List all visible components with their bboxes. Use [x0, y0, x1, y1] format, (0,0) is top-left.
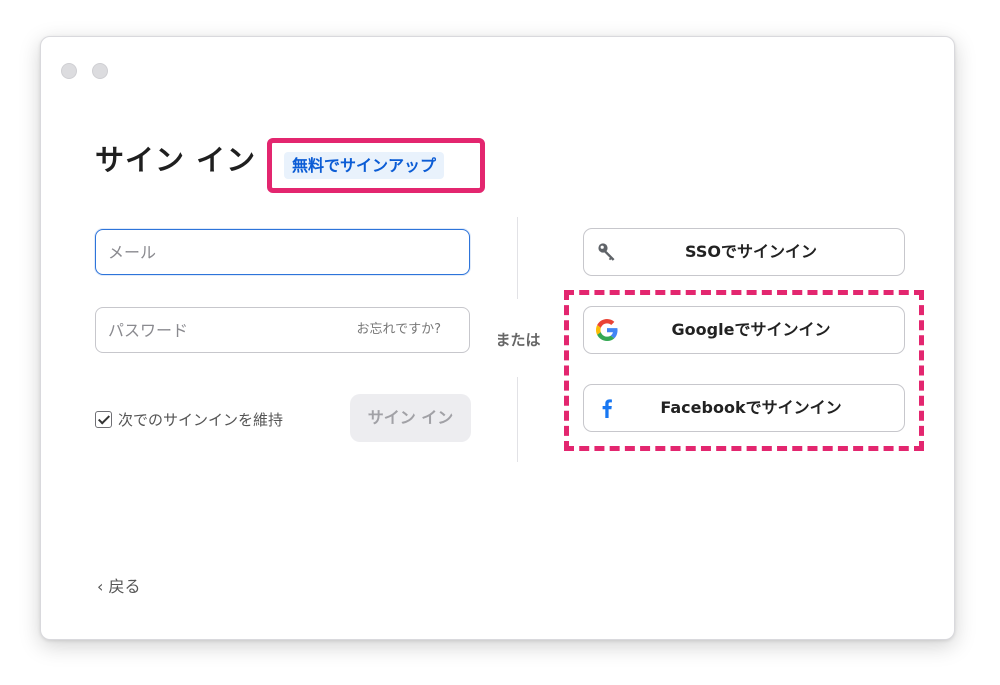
remember-me-label[interactable]: 次でのサインインを維持	[118, 409, 283, 430]
sso-button-label: SSOでサインイン	[685, 242, 817, 261]
social-highlight-frame	[564, 290, 924, 451]
sign-in-window: サイン イン 無料でサインアップ お忘れですか? 次でのサインインを維持 サイン…	[40, 36, 955, 640]
window-minimize-dot[interactable]	[92, 63, 108, 79]
password-input[interactable]	[108, 308, 338, 352]
forgot-password-link[interactable]: お忘れですか?	[356, 308, 441, 352]
remember-me-checkbox[interactable]	[95, 410, 112, 428]
signup-link[interactable]: 無料でサインアップ	[284, 152, 445, 179]
page-title: サイン イン	[95, 143, 257, 177]
sso-sign-in-button[interactable]: SSOでサインイン	[583, 228, 905, 276]
password-field[interactable]: お忘れですか?	[95, 307, 470, 353]
divider-bottom	[517, 377, 518, 462]
email-input[interactable]	[108, 230, 338, 274]
window-close-dot[interactable]	[61, 63, 77, 79]
or-label: または	[495, 331, 541, 349]
back-link[interactable]: ‹ 戻る	[97, 573, 141, 597]
chevron-left-icon: ‹	[97, 577, 109, 596]
email-field[interactable]	[95, 229, 470, 275]
back-link-label: 戻る	[108, 577, 141, 596]
sign-in-button[interactable]: サイン イン	[350, 394, 471, 442]
divider-top	[517, 217, 518, 299]
remember-me-row: 次でのサインインを維持	[95, 408, 283, 430]
